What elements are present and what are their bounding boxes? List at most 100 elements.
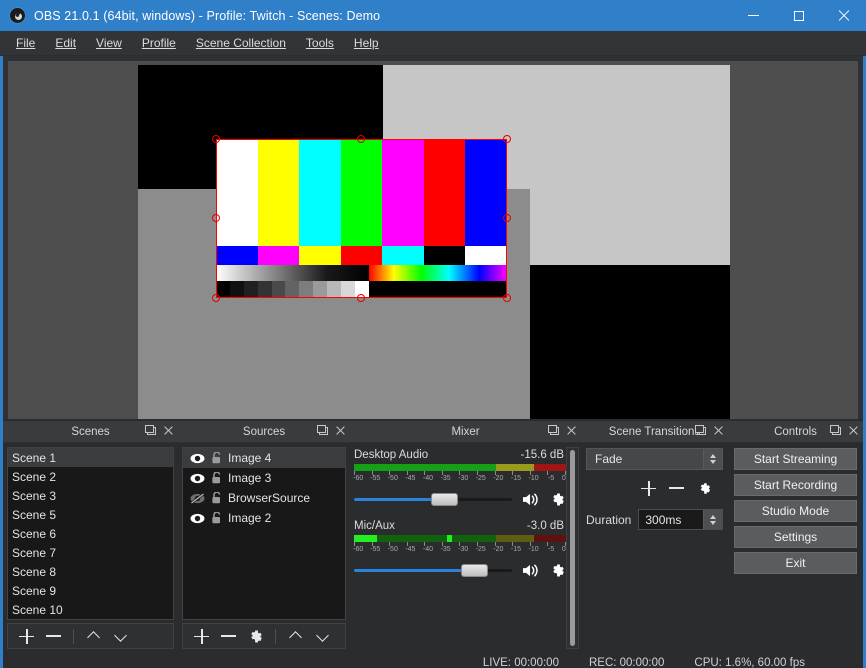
cpu-usage: CPU: 1.6%, 60.00 fps (694, 657, 805, 668)
menu-tools[interactable]: Tools (296, 33, 344, 53)
float-icon[interactable] (832, 427, 841, 435)
float-icon[interactable] (319, 427, 328, 435)
spinner-updown-icon[interactable] (703, 510, 722, 529)
close-icon[interactable] (714, 426, 723, 435)
menu-file[interactable]: File (6, 33, 45, 53)
move-scene-up-button[interactable] (81, 625, 106, 647)
grayscale-gradient (216, 265, 369, 281)
scale-label: -15 (511, 546, 521, 553)
close-icon[interactable] (164, 426, 173, 435)
studio-mode-button[interactable]: Studio Mode (734, 500, 857, 522)
scenes-dock-body: Scene 1 Scene 2 Scene 3 Scene 5 Scene 6 … (3, 443, 178, 653)
close-button[interactable] (821, 0, 866, 31)
preview-layer-black-bottom-right (530, 265, 730, 419)
chevron-down-icon (317, 630, 329, 642)
speaker-icon[interactable] (521, 492, 540, 507)
remove-transition-button[interactable] (664, 477, 689, 499)
list-item[interactable]: Image 3 (183, 468, 345, 488)
scale-label: -55 (370, 475, 380, 482)
transition-select[interactable]: Fade (586, 448, 723, 470)
volume-slider-thumb[interactable] (461, 564, 488, 577)
speaker-icon[interactable] (521, 563, 540, 578)
scale-label: -5 (548, 475, 554, 482)
menu-edit[interactable]: Edit (45, 33, 86, 53)
scale-label: -60 (353, 475, 363, 482)
duration-input[interactable]: 300ms (638, 509, 723, 530)
scale-label: -45 (405, 546, 415, 553)
transitions-dock-body: Fade Duration (581, 443, 728, 534)
scene-label: Scene 1 (12, 451, 56, 465)
scale-label: -25 (476, 475, 486, 482)
remove-source-button[interactable] (216, 625, 241, 647)
mixer-scrollbar[interactable] (566, 447, 579, 649)
list-item[interactable]: Scene 5 (8, 505, 173, 524)
menu-profile[interactable]: Profile (132, 33, 186, 53)
add-source-button[interactable] (189, 625, 214, 647)
source-properties-button[interactable] (243, 625, 268, 647)
float-icon[interactable] (147, 427, 156, 435)
menu-view[interactable]: View (86, 33, 132, 53)
meter-live-level (354, 535, 377, 542)
eye-icon[interactable] (190, 473, 205, 484)
add-transition-button[interactable] (636, 477, 661, 499)
list-item[interactable]: Scene 6 (8, 524, 173, 543)
start-streaming-button[interactable]: Start Streaming (734, 448, 857, 470)
eye-icon[interactable] (190, 453, 205, 464)
chevron-updown-icon[interactable] (703, 449, 722, 469)
eye-icon[interactable] (190, 513, 205, 524)
list-item[interactable]: Scene 8 (8, 562, 173, 581)
sources-list[interactable]: Image 4 Image 3 (182, 447, 346, 620)
list-item[interactable]: Scene 1 (8, 448, 173, 467)
move-source-up-button[interactable] (283, 625, 308, 647)
menu-bar: File Edit View Profile Scene Collection … (0, 31, 866, 56)
list-item[interactable]: Image 2 (183, 508, 345, 528)
menu-scene-collection[interactable]: Scene Collection (186, 33, 296, 53)
transition-properties-button[interactable] (692, 477, 717, 499)
settings-button[interactable]: Settings (734, 526, 857, 548)
menu-edit-label: Edit (55, 36, 76, 50)
volume-slider-thumb[interactable] (431, 493, 458, 506)
minus-icon (46, 635, 61, 637)
close-icon[interactable] (849, 426, 858, 435)
close-icon[interactable] (567, 426, 576, 435)
volume-slider[interactable] (354, 564, 512, 578)
obs-logo-icon (9, 7, 26, 24)
list-item[interactable]: Image 4 (183, 448, 345, 468)
preview-layer-test-pattern[interactable] (216, 139, 507, 298)
list-item[interactable]: Scene 9 (8, 581, 173, 600)
plus-icon (19, 629, 34, 644)
menu-help[interactable]: Help (344, 33, 389, 53)
remove-scene-button[interactable] (41, 625, 66, 647)
eye-slash-icon[interactable] (190, 493, 205, 504)
list-item[interactable]: Scene 10 (8, 600, 173, 619)
gear-icon[interactable] (549, 562, 566, 579)
float-icon[interactable] (697, 427, 706, 435)
volume-slider[interactable] (354, 493, 512, 507)
preview-canvas[interactable] (8, 61, 858, 419)
close-icon[interactable] (336, 426, 345, 435)
scene-label: Scene 6 (12, 527, 56, 541)
menu-file-label: File (16, 36, 35, 50)
exit-button[interactable]: Exit (734, 552, 857, 574)
unlock-icon[interactable] (211, 492, 222, 504)
mixer-scrollbar-thumb[interactable] (570, 450, 575, 646)
duration-value: 300ms (645, 513, 681, 527)
gear-icon[interactable] (549, 491, 566, 508)
unlock-icon[interactable] (211, 452, 222, 464)
move-source-down-button[interactable] (310, 625, 335, 647)
list-item[interactable]: Scene 7 (8, 543, 173, 562)
window-title: OBS 21.0.1 (64bit, windows) - Profile: T… (34, 9, 380, 23)
list-item[interactable]: Scene 2 (8, 467, 173, 486)
list-item[interactable]: BrowserSource (183, 488, 345, 508)
move-scene-down-button[interactable] (108, 625, 133, 647)
scenes-list[interactable]: Scene 1 Scene 2 Scene 3 Scene 5 Scene 6 … (7, 447, 174, 620)
list-item[interactable]: Scene 3 (8, 486, 173, 505)
start-recording-button[interactable]: Start Recording (734, 474, 857, 496)
float-icon[interactable] (550, 427, 559, 435)
menu-profile-label: Profile (142, 36, 176, 50)
minimize-button[interactable] (731, 0, 776, 31)
maximize-button[interactable] (776, 0, 821, 31)
unlock-icon[interactable] (211, 472, 222, 484)
add-scene-button[interactable] (14, 625, 39, 647)
unlock-icon[interactable] (211, 512, 222, 524)
